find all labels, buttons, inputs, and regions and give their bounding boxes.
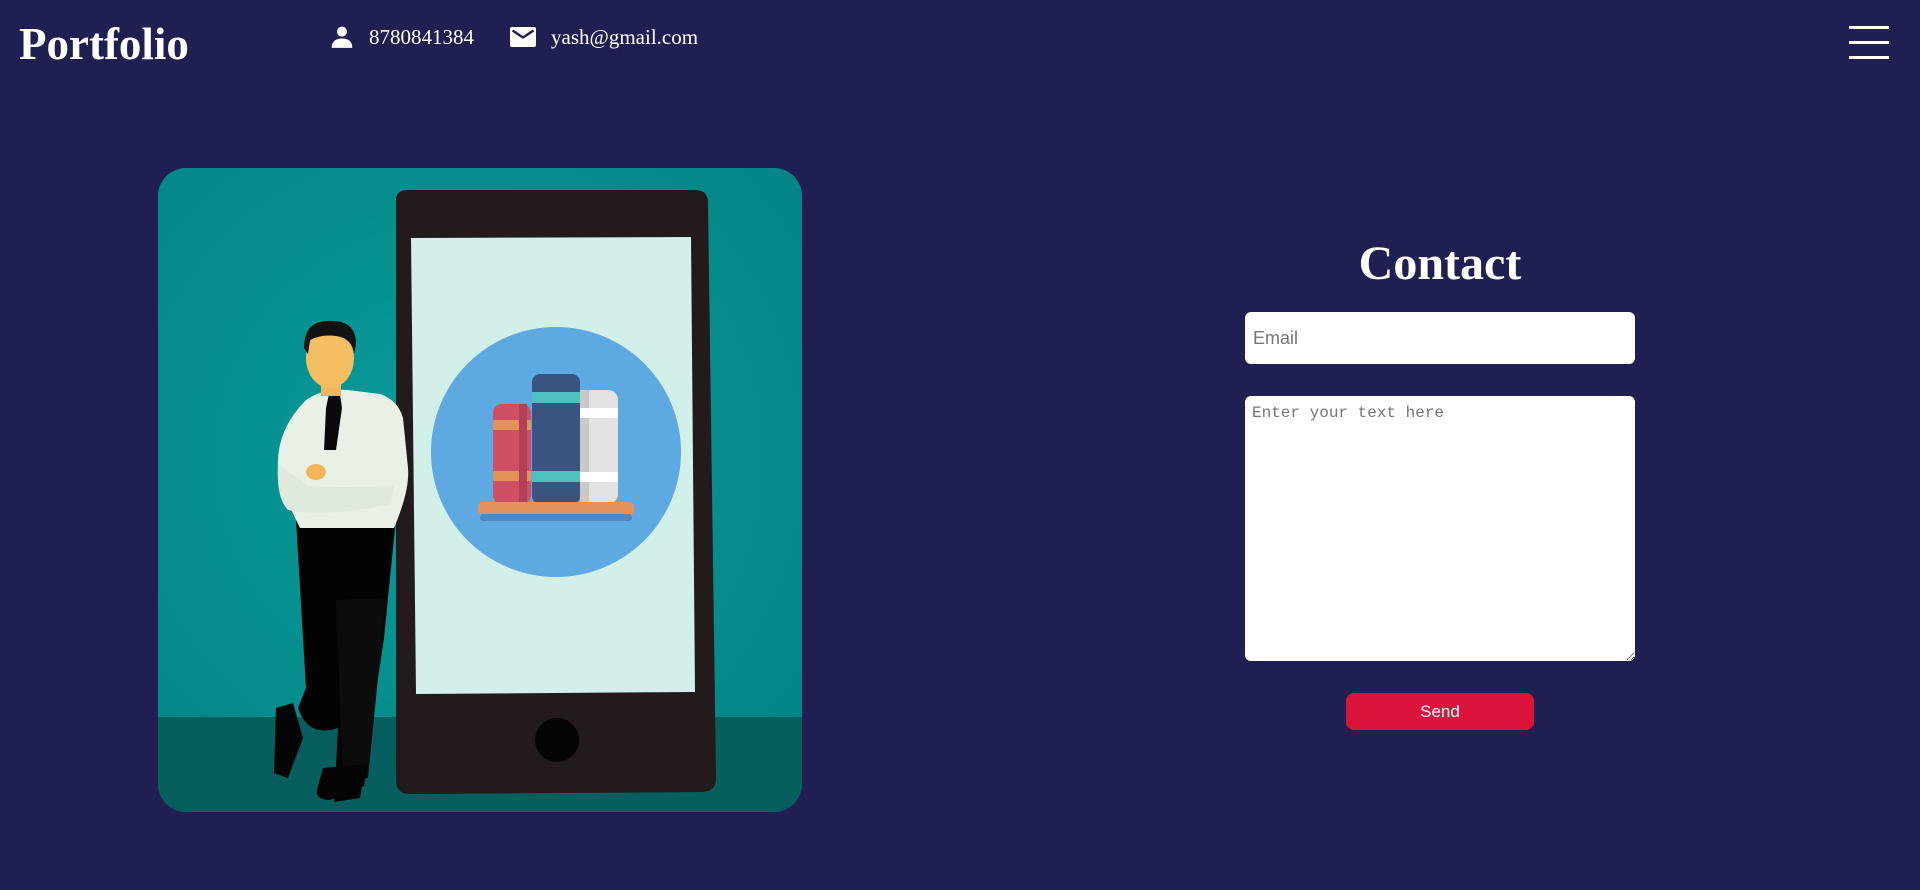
site-header: Portfolio 8780841384 yash@gmail.com — [0, 0, 1920, 90]
email-field[interactable] — [1245, 312, 1635, 364]
message-textarea[interactable] — [1245, 396, 1635, 661]
phone-number: 8780841384 — [369, 24, 474, 49]
contact-form: Contact Send — [1245, 230, 1635, 730]
send-button[interactable]: Send — [1346, 693, 1534, 730]
businessman-phone-illustration — [158, 168, 802, 812]
hamburger-menu-icon[interactable] — [1849, 26, 1889, 60]
hero-illustration — [158, 168, 802, 812]
contact-title: Contact — [1358, 237, 1522, 290]
phone-contact: 8780841384 — [329, 22, 474, 52]
menu-bar — [1849, 41, 1889, 44]
email-address: yash@gmail.com — [551, 24, 699, 49]
brand-logo[interactable]: Portfolio — [19, 17, 189, 71]
mail-icon — [509, 25, 537, 49]
menu-bar — [1849, 56, 1889, 59]
menu-bar — [1849, 26, 1889, 29]
person-icon — [329, 24, 355, 50]
email-contact: yash@gmail.com — [509, 22, 698, 52]
